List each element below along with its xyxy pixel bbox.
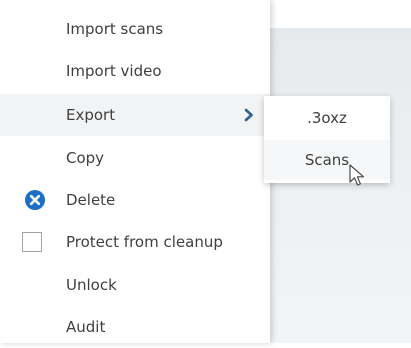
menu-item-protect-from-cleanup[interactable]: Protect from cleanup: [0, 221, 270, 263]
menu-item-label: Import scans: [66, 20, 164, 38]
menu-item-copy[interactable]: Copy: [0, 137, 270, 179]
menu-item-label: Audit: [66, 318, 106, 336]
menu-item-unlock[interactable]: Unlock: [0, 264, 270, 306]
menu-item-label: Unlock: [66, 276, 117, 294]
submenu-item-scans[interactable]: Scans: [264, 140, 390, 180]
context-menu: Import scans Import video Export Copy De…: [0, 0, 270, 343]
menu-item-delete[interactable]: Delete: [0, 179, 270, 221]
mouse-cursor-icon: [349, 164, 365, 186]
background-panel: [260, 28, 411, 343]
menu-item-import-video[interactable]: Import video: [0, 50, 270, 92]
menu-item-import-scans[interactable]: Import scans: [0, 8, 270, 50]
menu-item-label: Delete: [66, 191, 116, 209]
menu-item-label: Export: [66, 106, 116, 124]
submenu-item-label: Scans: [304, 151, 350, 169]
menu-item-audit[interactable]: Audit: [0, 306, 270, 348]
export-submenu: .3oxz Scans: [264, 96, 390, 183]
menu-item-label: Protect from cleanup: [66, 233, 223, 251]
delete-icon: [25, 190, 45, 210]
menu-item-export[interactable]: Export: [0, 94, 270, 136]
submenu-item-3oxz[interactable]: .3oxz: [264, 98, 390, 138]
menu-item-label: Copy: [66, 149, 105, 167]
menu-item-label: Import video: [66, 62, 162, 80]
protect-checkbox[interactable]: [22, 232, 42, 252]
submenu-item-label: .3oxz: [307, 109, 347, 127]
chevron-right-icon: [244, 108, 253, 122]
